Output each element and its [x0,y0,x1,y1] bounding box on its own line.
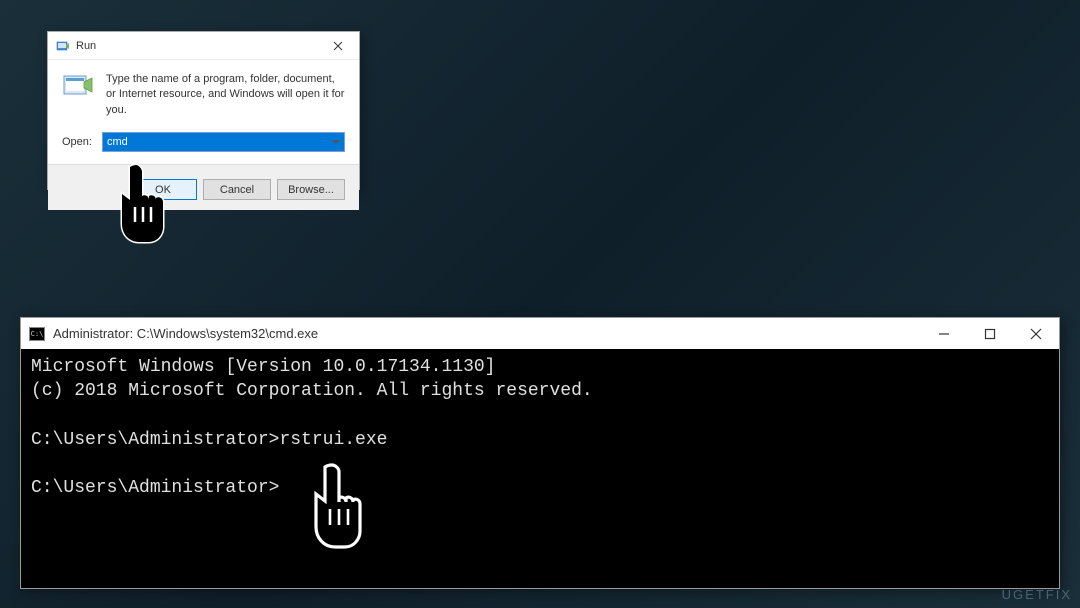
ok-button[interactable]: OK [129,179,197,200]
run-app-icon [62,72,94,102]
watermark: UGETFIX [1002,587,1072,602]
browse-button[interactable]: Browse... [277,179,345,200]
run-description: Type the name of a program, folder, docu… [106,72,345,118]
cmd-line: Microsoft Windows [Version 10.0.17134.11… [31,357,495,377]
open-label: Open: [62,136,92,148]
cmd-titlebar[interactable]: C:\ Administrator: C:\Windows\system32\c… [21,318,1059,349]
cmd-terminal-body[interactable]: Microsoft Windows [Version 10.0.17134.11… [21,349,1059,588]
run-titlebar[interactable]: Run [48,32,359,60]
minimize-button[interactable] [921,319,967,349]
close-button[interactable] [323,36,353,56]
maximize-button[interactable] [967,319,1013,349]
cmd-line: C:\Users\Administrator> [31,478,279,498]
cmd-title-text: Administrator: C:\Windows\system32\cmd.e… [53,326,318,341]
run-body: Type the name of a program, folder, docu… [48,60,359,152]
run-title-text: Run [76,40,96,52]
run-title: Run [56,39,96,53]
close-button[interactable] [1013,319,1059,349]
cancel-button[interactable]: Cancel [203,179,271,200]
run-button-row: OK Cancel Browse... [48,164,359,210]
cmd-title: C:\ Administrator: C:\Windows\system32\c… [29,326,318,341]
open-input[interactable]: cmd [102,132,345,152]
cmd-window-controls [921,319,1059,349]
cmd-window: C:\ Administrator: C:\Windows\system32\c… [20,317,1060,589]
run-program-icon [56,39,70,53]
cmd-line: (c) 2018 Microsoft Corporation. All righ… [31,381,593,401]
cmd-icon: C:\ [29,327,45,341]
cmd-line: C:\Users\Administrator>rstrui.exe [31,430,387,450]
run-dialog: Run Type the name of a program, folder, … [47,31,360,190]
open-input-value: cmd [107,136,128,148]
